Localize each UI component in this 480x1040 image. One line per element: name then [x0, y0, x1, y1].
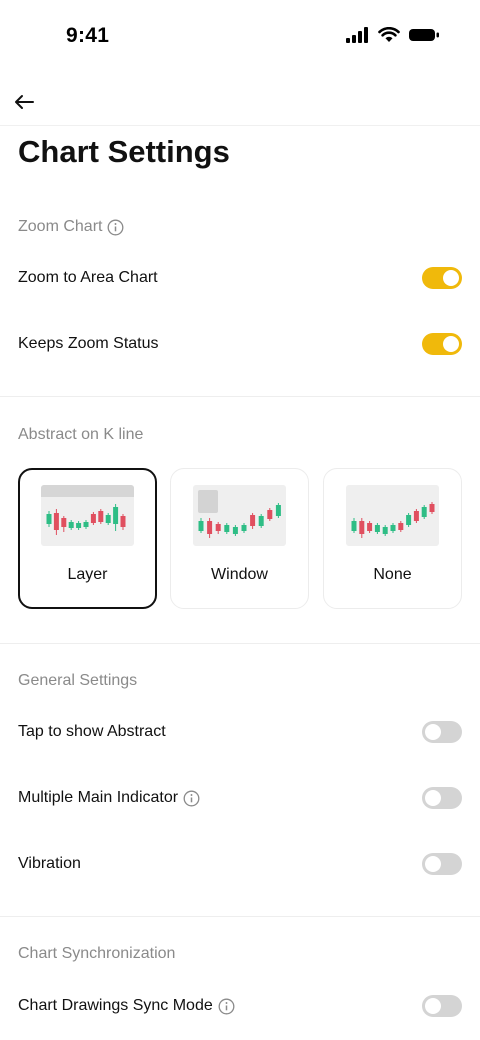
section-header-general: General Settings: [18, 672, 137, 690]
candle-body: [267, 510, 273, 519]
status-icons: [346, 27, 440, 43]
candle-body: [232, 527, 238, 534]
toggle-knob: [425, 724, 441, 740]
section-header-zoom-label: Zoom Chart: [18, 218, 103, 235]
toggle-knob: [443, 336, 459, 352]
candle-body: [215, 524, 221, 531]
layer-preview-image: [41, 485, 134, 546]
candle-body: [406, 515, 412, 525]
arrow-left-icon: [15, 95, 34, 109]
setting-label: Multiple Main Indicator: [18, 789, 179, 806]
option-label: Window: [211, 566, 268, 583]
setting-label: Keeps Zoom Status: [18, 335, 159, 352]
candle-body: [275, 505, 281, 516]
candle-body: [367, 523, 373, 531]
candle-body: [413, 511, 419, 521]
info-icon[interactable]: [107, 219, 124, 236]
candle-body: [250, 515, 256, 526]
candle-body: [398, 523, 404, 530]
setting-label: Vibration: [18, 855, 81, 872]
candle-body: [421, 507, 427, 517]
abstract-option-none[interactable]: None: [323, 468, 462, 609]
abstract-option-window[interactable]: Window: [170, 468, 309, 609]
candle-body: [429, 504, 435, 512]
toggle-knob: [425, 790, 441, 806]
candle-body: [46, 514, 52, 524]
setting-label: Tap to show Abstract: [18, 723, 166, 740]
keeps-zoom-toggle[interactable]: [422, 333, 462, 355]
none-preview-image: [346, 485, 439, 546]
candle-body: [120, 516, 126, 527]
back-button[interactable]: [10, 88, 38, 116]
setting-label-with-info: Multiple Main Indicator: [18, 789, 200, 807]
candle-body: [83, 522, 89, 527]
cellular-signal-icon: [346, 27, 368, 43]
section-header-abstract: Abstract on K line: [18, 426, 143, 444]
tap-abstract-toggle[interactable]: [422, 721, 462, 743]
drawings-sync-toggle[interactable]: [422, 995, 462, 1017]
multiple-indicator-toggle[interactable]: [422, 787, 462, 809]
setting-label-with-info: Chart Drawings Sync Mode: [18, 997, 235, 1015]
candle-body: [207, 521, 213, 534]
info-icon[interactable]: [183, 790, 200, 807]
status-bar: 9:41: [0, 0, 480, 72]
abstract-options: Layer Window None: [18, 468, 462, 609]
candle-body: [224, 525, 230, 532]
candle-body: [90, 514, 96, 523]
setting-row-tap-abstract: Tap to show Abstract: [0, 712, 480, 752]
battery-icon: [409, 29, 439, 41]
toggle-knob: [425, 998, 441, 1014]
page-title: Chart Settings: [18, 134, 230, 169]
toggle-knob: [443, 270, 459, 286]
toggle-knob: [425, 856, 441, 872]
candle-body: [258, 516, 264, 526]
section-header-zoom: Zoom Chart: [18, 218, 124, 236]
candle-body: [359, 521, 365, 534]
section-divider: [0, 396, 480, 397]
section-header-abstract-label: Abstract on K line: [18, 426, 144, 443]
candle-body: [198, 521, 204, 531]
setting-label: Zoom to Area Chart: [18, 269, 158, 286]
section-divider: [0, 643, 480, 644]
abstract-option-layer[interactable]: Layer: [18, 468, 157, 609]
status-time: 9:41: [66, 24, 110, 47]
window-preview-image: [193, 485, 286, 546]
wifi-icon: [378, 27, 400, 42]
setting-label: Chart Drawings Sync Mode: [18, 997, 213, 1014]
section-header-sync-label: Chart Synchronization: [18, 945, 176, 962]
section-divider: [0, 916, 480, 917]
candle-body: [390, 525, 396, 531]
candle-body: [61, 518, 67, 527]
nav-bar: [0, 80, 480, 126]
setting-row-multiple-indicator: Multiple Main Indicator: [0, 778, 480, 818]
vibration-toggle[interactable]: [422, 853, 462, 875]
section-header-general-label: General Settings: [18, 672, 138, 689]
candle-body: [98, 511, 104, 522]
option-label: None: [373, 566, 412, 583]
candle-body: [241, 525, 247, 531]
section-header-sync: Chart Synchronization: [18, 945, 175, 963]
setting-row-vibration: Vibration: [0, 844, 480, 884]
option-label: Layer: [67, 566, 108, 583]
candle-body: [105, 515, 111, 523]
setting-row-drawings-sync: Chart Drawings Sync Mode: [0, 986, 480, 1026]
setting-row-zoom-to-area: Zoom to Area Chart: [0, 258, 480, 298]
candle-body: [53, 513, 59, 530]
candle-body: [76, 523, 82, 528]
candle-body: [374, 525, 380, 532]
setting-row-keeps-zoom: Keeps Zoom Status: [0, 324, 480, 364]
candle-body: [68, 522, 74, 528]
candle-body: [351, 521, 357, 531]
candle-body: [113, 507, 119, 524]
candle-body: [382, 527, 388, 534]
info-icon[interactable]: [218, 998, 235, 1015]
zoom-to-area-toggle[interactable]: [422, 267, 462, 289]
